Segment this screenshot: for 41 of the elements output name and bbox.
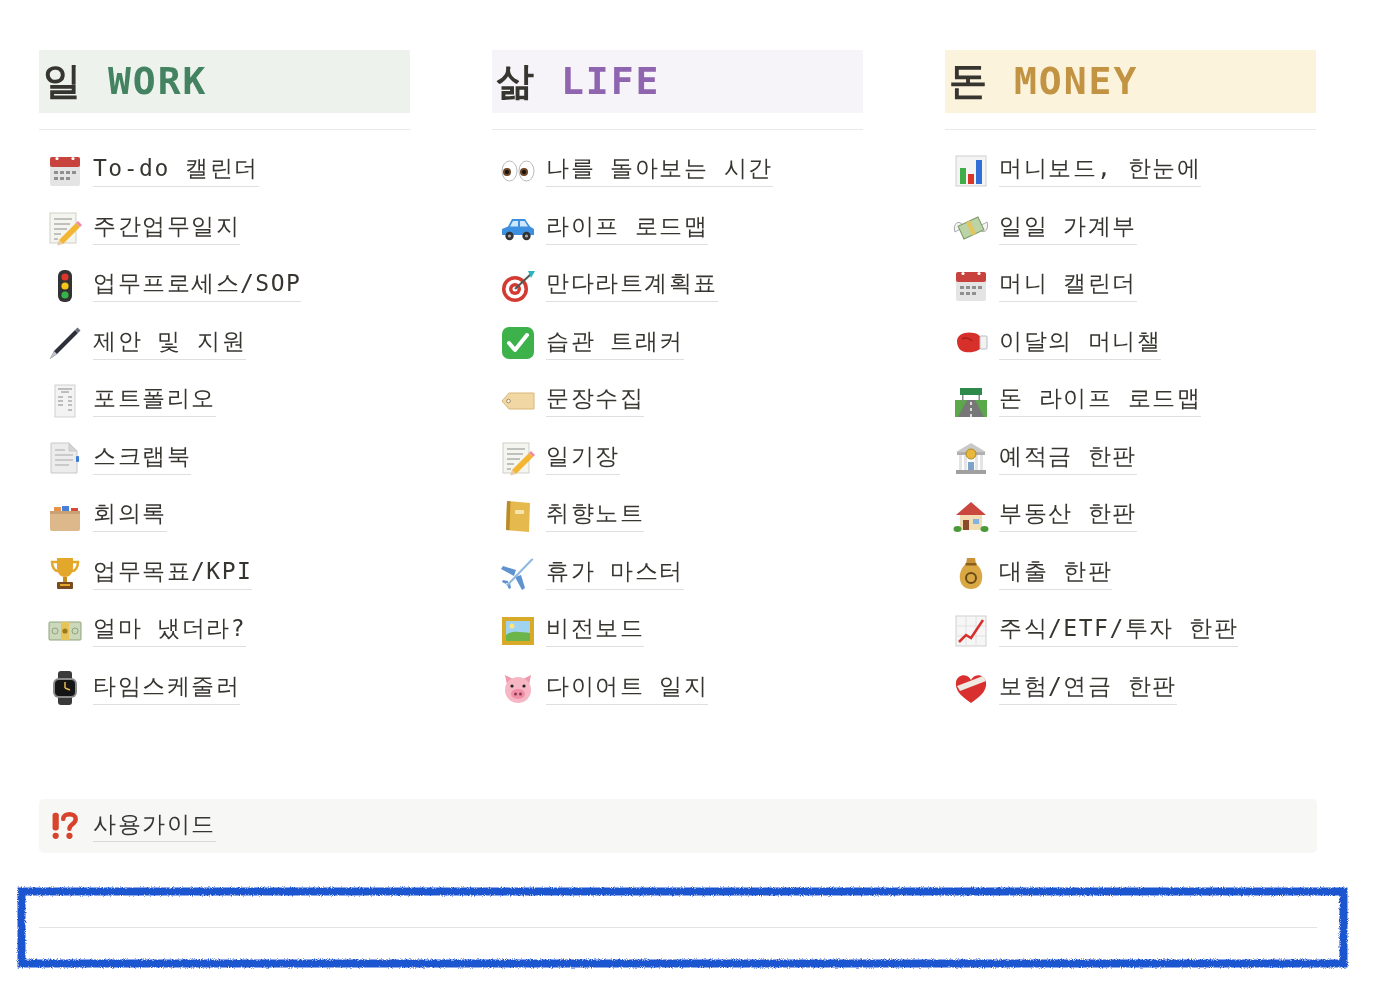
pen-icon	[47, 325, 83, 362]
page-link[interactable]: 사용가이드	[93, 809, 216, 843]
page-link[interactable]: 주식/ETF/투자 한판	[999, 614, 1239, 648]
page-link[interactable]: 포트폴리오	[93, 384, 216, 418]
page-link[interactable]: 일기장	[546, 441, 620, 475]
check-box-icon	[500, 325, 536, 362]
page-link[interactable]: 얼마 냈더라?	[93, 614, 247, 648]
page-link[interactable]: 업무프로세스/SOP	[93, 269, 302, 303]
page-link[interactable]: 습관 트래커	[546, 326, 684, 360]
column-heading: 돈 MONEY	[949, 58, 1139, 105]
column-heading: 삶 LIFE	[496, 58, 661, 105]
page-link[interactable]: 업무목표/KPI	[93, 556, 253, 590]
page-link[interactable]: 주간업무일지	[93, 211, 240, 245]
page-link[interactable]: 회의록	[93, 499, 167, 533]
page-link[interactable]: 머니 캘린더	[999, 269, 1137, 303]
page-link[interactable]: 머니보드, 한눈에	[999, 154, 1202, 188]
page-link[interactable]: 취향노트	[546, 499, 644, 533]
page-link[interactable]: 부동산 한판	[999, 499, 1137, 533]
page-link[interactable]: 스크랩북	[93, 441, 191, 475]
memo-pencil-icon	[47, 210, 83, 247]
page-link[interactable]: 휴가 마스터	[546, 556, 684, 590]
page-link[interactable]: 이달의 머니챌	[999, 326, 1162, 360]
page-link[interactable]: 만다라트계획표	[546, 269, 718, 303]
page-link[interactable]: 일일 가계부	[999, 211, 1137, 245]
memo-pencil-icon	[500, 440, 536, 477]
page-link[interactable]: 비전보드	[546, 614, 644, 648]
page-link[interactable]: 예적금 한판	[999, 441, 1137, 475]
page-link[interactable]: 돈 라이프 로드맵	[999, 384, 1202, 418]
column-heading: 일 WORK	[43, 58, 208, 105]
page-link[interactable]: 제안 및 지원	[93, 326, 247, 360]
bank-icon	[953, 440, 989, 477]
bar-chart-icon	[953, 152, 989, 189]
page-link[interactable]: 나를 돌아보는 시간	[546, 154, 773, 188]
page-link[interactable]: To-do 캘린더	[93, 154, 259, 188]
page-link[interactable]: 타임스케줄러	[93, 671, 240, 705]
page-link[interactable]: 보험/연금 한판	[999, 671, 1177, 705]
page-link[interactable]: 다이어트 일지	[546, 671, 709, 705]
line-chart-icon	[953, 612, 989, 649]
page-link[interactable]: 문장수집	[546, 384, 644, 418]
page-link[interactable]: 대출 한판	[999, 556, 1113, 590]
page-link[interactable]: 라이프 로드맵	[546, 211, 709, 245]
